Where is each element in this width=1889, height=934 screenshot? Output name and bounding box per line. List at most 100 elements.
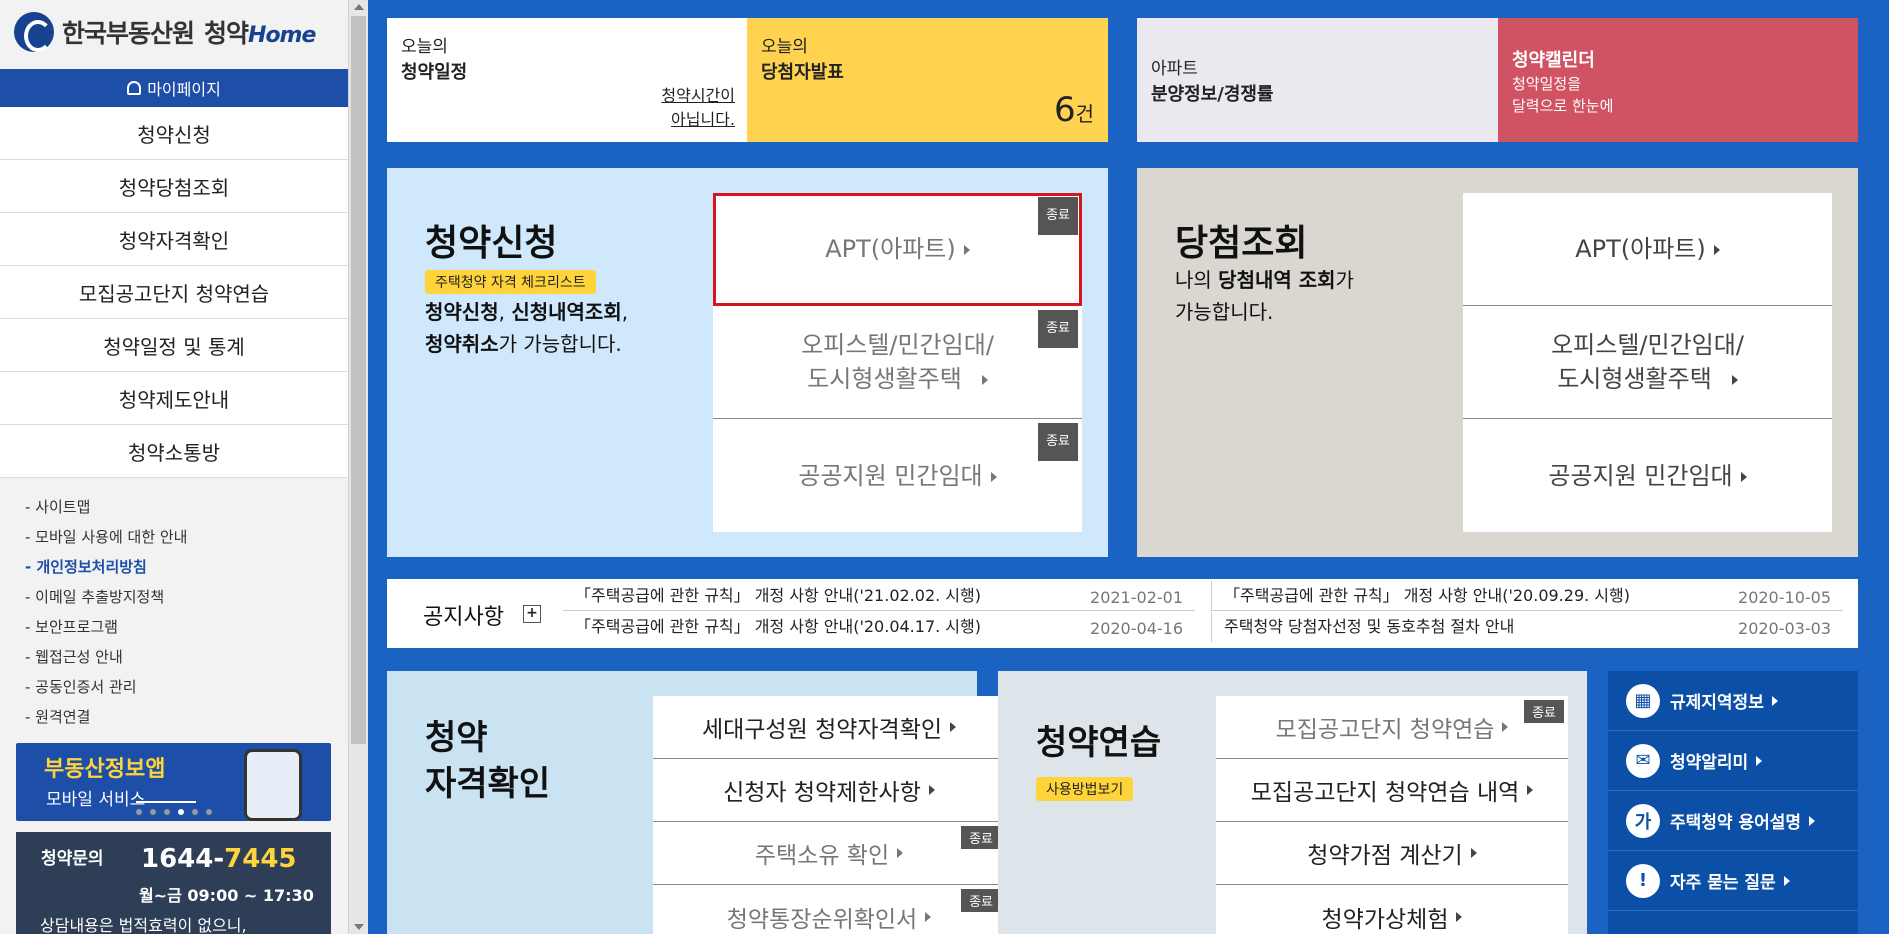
- practice-title: 청약연습: [1036, 723, 1162, 763]
- quick-link-regulated-area[interactable]: ▦ 규제지역정보: [1608, 671, 1858, 731]
- score-calculator-button[interactable]: 청약가점 계산기: [1216, 822, 1568, 885]
- qualification-section: 청약 자격확인 세대구성원 청약자격확인 신청자 청약제한사항 종료 주택소유 확인…: [387, 671, 1005, 934]
- virtual-experience-button[interactable]: 청약가상체험: [1216, 885, 1568, 934]
- sidebar-item-community[interactable]: 청약소통방: [0, 425, 348, 478]
- scroll-up-icon[interactable]: [354, 4, 364, 10]
- winning-title: 당첨조회: [1175, 223, 1308, 264]
- practice-apply-button[interactable]: 종료 모집공고단지 청약연습: [1216, 696, 1568, 759]
- qualification-button-group: 세대구성원 청약자격확인 신청자 청약제한사항 종료 주택소유 확인 종료 청약통장…: [653, 696, 1005, 934]
- sidebar-scrollbar[interactable]: [348, 0, 368, 934]
- pager-dot-active[interactable]: [178, 809, 184, 815]
- site-logo[interactable]: 한국부동산원 청약Home: [14, 10, 334, 54]
- notice-more-icon[interactable]: +: [523, 605, 541, 623]
- main-content: 오늘의 청약일정 청약시간이 아닙니다. 오늘의 당첨자발표 6건 아파트 분양정…: [368, 0, 1889, 934]
- winning-button-group: APT(아파트) 오피스텔/민간임대/도시형생활주택 공공지원 민간임대: [1463, 193, 1832, 532]
- app-banner[interactable]: 부동산정보앱 모바일 서비스: [16, 743, 331, 821]
- caret-right-icon: [981, 375, 988, 385]
- winning-public-rental-button[interactable]: 공공지원 민간임대: [1463, 419, 1832, 532]
- notice-item[interactable]: 「주택공급에 관한 규칙」 개정 사항 안내('21.02.02. 시행) 202…: [563, 581, 1195, 611]
- building-icon: ▦: [1626, 683, 1660, 718]
- sidebar-item-apply[interactable]: 청약신청: [0, 107, 348, 160]
- link-remote[interactable]: - 원격연결: [25, 702, 188, 732]
- closed-badge: 종료: [1524, 700, 1564, 723]
- caret-right-icon: [963, 245, 970, 255]
- account-rank-button[interactable]: 종료 청약통장순위확인서: [653, 885, 1005, 934]
- caret-right-icon: [1783, 875, 1790, 886]
- qualification-title: 청약 자격확인: [425, 718, 551, 804]
- notice-item[interactable]: 「주택공급에 관한 규칙」 개정 사항 안내('20.09.29. 시행) 202…: [1211, 581, 1843, 611]
- sidebar-item-schedule-stats[interactable]: 청약일정 및 통계: [0, 319, 348, 372]
- caret-right-icon: [1713, 245, 1720, 255]
- today-schedule-card[interactable]: 오늘의 청약일정 청약시간이 아닙니다.: [387, 18, 747, 142]
- sidebar-item-winning[interactable]: 청약당첨조회: [0, 160, 348, 213]
- sidebar: 한국부동산원 청약Home 마이페이지 청약신청 청약당첨조회 청약자격확인 모…: [0, 0, 348, 934]
- notice-item[interactable]: 주택청약 당첨자선정 및 동호추첨 절차 안내 2020-03-03: [1211, 612, 1843, 642]
- quick-link-faq[interactable]: ! 자주 묻는 질문: [1608, 851, 1858, 911]
- link-certificate[interactable]: - 공동인증서 관리: [25, 672, 188, 702]
- closed-badge: 종료: [1038, 423, 1078, 461]
- logo-brand: 청약Home: [204, 19, 316, 48]
- glossary-icon: 가: [1626, 803, 1660, 838]
- apply-description: 청약신청, 신청내역조회, 청약취소가 가능합니다.: [425, 300, 629, 356]
- link-privacy[interactable]: - 개인정보처리방침: [25, 552, 188, 582]
- apply-public-rental-button[interactable]: 종료 공공지원 민간임대: [713, 419, 1082, 532]
- winning-description: 나의 당첨내역 조회가 가능합니다.: [1175, 268, 1354, 324]
- faq-icon: !: [1626, 863, 1660, 898]
- closed-badge: 종료: [961, 826, 1001, 849]
- caret-right-icon: [928, 785, 935, 795]
- link-accessibility[interactable]: - 웹접근성 안내: [25, 642, 188, 672]
- caret-right-icon: [990, 471, 997, 482]
- checklist-button[interactable]: 주택청약 자격 체크리스트: [425, 270, 596, 294]
- logo-org: 한국부동산원: [62, 19, 195, 48]
- caret-right-icon: [1470, 848, 1477, 858]
- practice-button-group: 종료 모집공고단지 청약연습 모집공고단지 청약연습 내역 청약가점 계산기 청약…: [1216, 696, 1568, 934]
- quick-link-notifier[interactable]: ✉ 청약알리미: [1608, 731, 1858, 791]
- pager-dot[interactable]: [136, 809, 142, 815]
- contact-box: 청약문의 1644-7445 월~금 09:00 ~ 17:30 상담내용은 법…: [16, 832, 331, 934]
- practice-section: 청약연습 사용방법보기 종료 모집공고단지 청약연습 모집공고단지 청약연습 내역…: [998, 671, 1587, 934]
- household-qualification-button[interactable]: 세대구성원 청약자격확인: [653, 696, 1005, 759]
- mail-icon: ✉: [1626, 743, 1660, 778]
- banner-arrow-icon: [136, 801, 196, 803]
- sidebar-item-qualification[interactable]: 청약자격확인: [0, 213, 348, 266]
- winning-apt-button[interactable]: APT(아파트): [1463, 193, 1832, 306]
- pager-dot[interactable]: [192, 809, 198, 815]
- mypage-button[interactable]: 마이페이지: [0, 69, 348, 107]
- notice-item[interactable]: 「주택공급에 관한 규칙」 개정 사항 안내('20.04.17. 시행) 202…: [563, 612, 1195, 642]
- caret-right-icon: [1502, 722, 1509, 732]
- usage-guide-button[interactable]: 사용방법보기: [1036, 777, 1134, 801]
- calendar-card[interactable]: 청약캘린더 청약일정을 달력으로 한눈에: [1498, 18, 1858, 142]
- apply-officetel-button[interactable]: 종료 오피스텔/민간임대/도시형생활주택: [713, 306, 1082, 419]
- caret-right-icon: [1456, 911, 1463, 922]
- pager-dot[interactable]: [164, 809, 170, 815]
- practice-history-button[interactable]: 모집공고단지 청약연습 내역: [1216, 759, 1568, 822]
- sidebar-item-system-guide[interactable]: 청약제도안내: [0, 372, 348, 425]
- today-winners-card[interactable]: 오늘의 당첨자발표 6건: [747, 18, 1108, 142]
- winning-officetel-button[interactable]: 오피스텔/민간임대/도시형생활주택: [1463, 306, 1832, 419]
- contact-hours: 월~금 09:00 ~ 17:30: [139, 886, 314, 905]
- banner-title: 부동산정보앱: [44, 757, 166, 782]
- schedule-note: 청약시간이 아닙니다.: [661, 86, 735, 129]
- closed-badge: 종료: [1038, 197, 1078, 235]
- scroll-thumb[interactable]: [351, 16, 366, 744]
- link-mobile-guide[interactable]: - 모바일 사용에 대한 안내: [25, 522, 188, 552]
- caret-right-icon: [1527, 785, 1534, 795]
- link-security-program[interactable]: - 보안프로그램: [25, 612, 188, 642]
- contact-note: 상담내용은 법적효력이 없으니,: [40, 916, 247, 934]
- applicant-restriction-button[interactable]: 신청자 청약제한사항: [653, 759, 1005, 822]
- notice-title[interactable]: 공지사항: [423, 599, 504, 631]
- link-email-policy[interactable]: - 이메일 추출방지정책: [25, 582, 188, 612]
- house-ownership-button[interactable]: 종료 주택소유 확인: [653, 822, 1005, 885]
- caret-right-icon: [1740, 471, 1747, 482]
- quick-link-glossary[interactable]: 가 주택청약 용어설명: [1608, 791, 1858, 851]
- contact-number: 1644-7445: [141, 844, 297, 874]
- pager-dot[interactable]: [206, 809, 212, 815]
- link-sitemap[interactable]: - 사이트맵: [25, 492, 188, 522]
- caret-right-icon: [897, 848, 904, 858]
- pager-dot[interactable]: [150, 809, 156, 815]
- sidebar-item-practice[interactable]: 모집공고단지 청약연습: [0, 266, 348, 319]
- scroll-down-icon[interactable]: [354, 924, 364, 930]
- quick-links: ▦ 규제지역정보 ✉ 청약알리미 가 주택청약 용어설명 ! 자주 묻는 질문: [1608, 671, 1858, 934]
- apply-apt-button[interactable]: 종료 APT(아파트): [713, 193, 1082, 306]
- apt-info-card[interactable]: 아파트 분양정보/경쟁률: [1137, 18, 1498, 142]
